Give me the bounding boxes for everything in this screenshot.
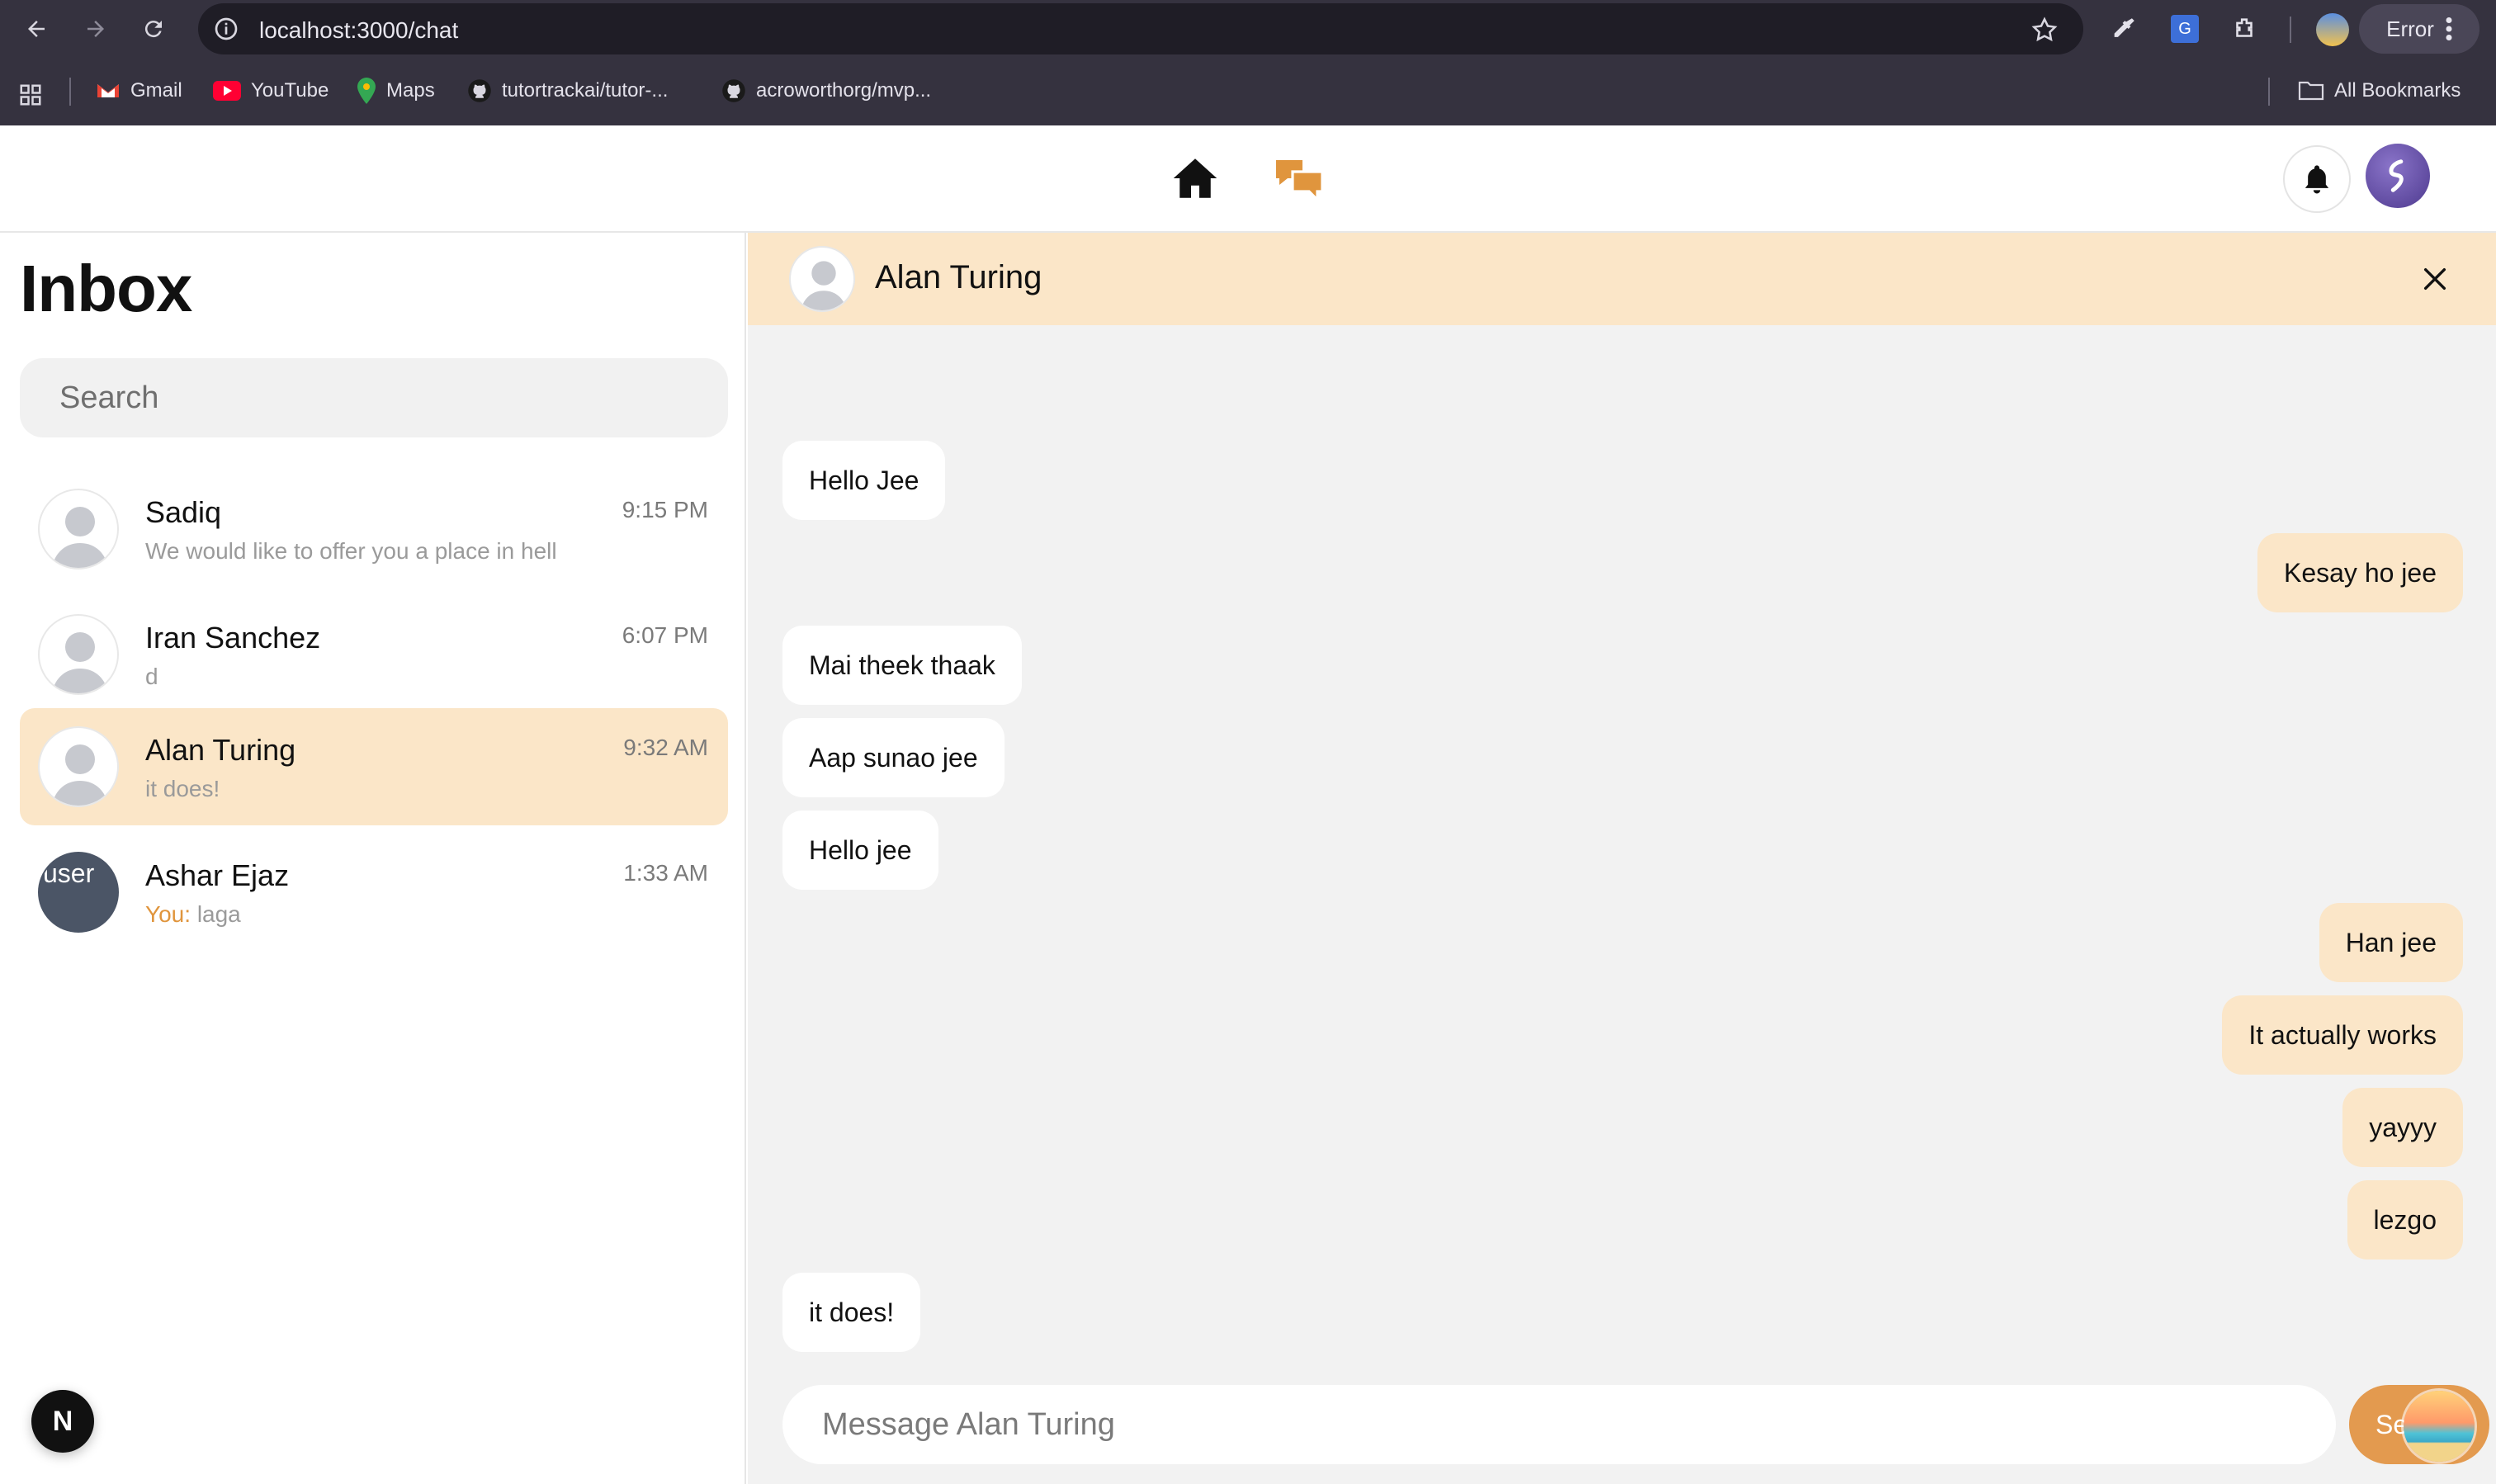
bookmark-label: YouTube: [251, 79, 329, 102]
bookmark-label: Gmail: [130, 79, 182, 102]
default-user-icon: [51, 632, 109, 693]
error-label: Error: [2386, 16, 2434, 41]
conversation-preview: d: [145, 664, 158, 689]
bookmarks-bar: Gmail YouTube Maps tutortrackai/tutor-..…: [0, 58, 2496, 125]
extensions-icon[interactable]: [2230, 15, 2258, 43]
message-input[interactable]: [782, 1385, 2336, 1464]
bookmark-label: Maps: [386, 79, 435, 102]
message-incoming: Hello jee: [782, 811, 938, 890]
chat-contact-name: Alan Turing: [875, 259, 1042, 295]
chat-header: Alan Turing: [748, 233, 2496, 325]
message-outgoing: Han jee: [2319, 903, 2463, 982]
chat-avatar: [789, 246, 855, 312]
site-info-icon[interactable]: [213, 16, 239, 42]
message-incoming: Hello Jee: [782, 441, 946, 520]
close-icon: [2423, 267, 2446, 291]
bookmark-youtube[interactable]: YouTube: [213, 76, 329, 106]
avatar-broken-image: user: [38, 852, 119, 933]
bookmark-star-icon[interactable]: [2030, 16, 2059, 44]
home-icon[interactable]: [1170, 154, 1220, 203]
swirl-logo-icon: [2389, 159, 2404, 192]
default-user-icon: [51, 744, 109, 806]
youtube-icon: [213, 81, 241, 101]
conversation-item[interactable]: Iran Sanchez 6:07 PM d: [20, 596, 728, 713]
maps-icon: [357, 78, 376, 104]
default-user-icon: [801, 261, 847, 310]
back-button[interactable]: [21, 14, 51, 44]
bookmarks-divider: [2268, 78, 2270, 106]
message-incoming: Mai theek thaak: [782, 626, 1022, 705]
bookmark-acroworth[interactable]: acroworthorg/mvp...: [721, 76, 931, 106]
url-text: localhost:3000/chat: [259, 17, 459, 43]
beach-floating-widget-icon[interactable]: [2404, 1391, 2475, 1462]
conversation-name: Ashar Ejaz: [145, 858, 290, 892]
github-icon: [722, 79, 745, 102]
forward-button[interactable]: [81, 14, 111, 44]
profile-error-button[interactable]: Error: [2359, 4, 2479, 54]
message-outgoing: Kesay ho jee: [2257, 533, 2463, 612]
conversation-time: 1:33 AM: [623, 860, 708, 886]
user-avatar-button[interactable]: [2366, 144, 2430, 208]
browser-toolbar: localhost:3000/chat G Error: [0, 0, 2496, 58]
bookmark-label: tutortrackai/tutor-...: [502, 79, 669, 102]
kebab-menu-icon: [2446, 17, 2452, 40]
reload-button[interactable]: [139, 14, 168, 44]
notifications-button[interactable]: [2283, 145, 2351, 213]
conversation-preview: We would like to offer you a place in he…: [145, 538, 557, 564]
search-input[interactable]: [20, 358, 728, 437]
conversation-time: 9:32 AM: [623, 735, 708, 760]
conversation-time: 9:15 PM: [622, 497, 708, 522]
bookmark-tutortrack[interactable]: tutortrackai/tutor-...: [467, 76, 668, 106]
conversation-preview-wrap: You: laga: [145, 901, 241, 928]
toolbar-divider: [2290, 17, 2291, 43]
bookmark-gmail[interactable]: Gmail: [96, 76, 182, 106]
all-bookmarks-button[interactable]: All Bookmarks: [2298, 76, 2461, 106]
message-outgoing: yayyy: [2342, 1088, 2463, 1167]
translate-icon[interactable]: G: [2171, 15, 2199, 43]
gmail-icon: [97, 84, 119, 97]
all-bookmarks-label: All Bookmarks: [2334, 79, 2461, 102]
avatar: [38, 614, 119, 695]
avatar: [38, 726, 119, 807]
eyedropper-icon[interactable]: [2110, 15, 2138, 43]
conversation-preview: it does!: [145, 776, 220, 801]
conversation-item[interactable]: user Ashar Ejaz 1:33 AM You: laga: [20, 834, 728, 951]
default-user-icon: [51, 507, 109, 568]
message-incoming: Aap sunao jee: [782, 718, 1005, 797]
bell-icon: [2305, 165, 2329, 194]
conversation-name: Iran Sanchez: [145, 621, 321, 655]
conversation-name: Sadiq: [145, 495, 222, 529]
message-outgoing: lezgo: [2347, 1180, 2463, 1260]
app-header: [0, 125, 2496, 233]
reload-icon: [144, 21, 162, 38]
avatar: [38, 489, 119, 569]
conversation-item-active[interactable]: Alan Turing 9:32 AM it does!: [20, 708, 728, 825]
message-incoming: it does!: [782, 1273, 921, 1352]
bookmarks-divider: [69, 78, 71, 106]
nextjs-dev-badge[interactable]: N: [31, 1390, 94, 1453]
chat-panel: Alan Turing Hello Jee Kesay ho jee Mai t…: [748, 233, 2496, 1484]
chat-bubbles-icon[interactable]: [1273, 155, 1326, 205]
inbox-sidebar: Inbox Sadiq 9:15 PM We would like to off…: [0, 233, 746, 1484]
conversation-preview: laga: [196, 901, 241, 927]
arrow-left-icon: [28, 21, 45, 37]
account-avatar[interactable]: [2316, 13, 2349, 46]
inbox-title: Inbox: [20, 252, 192, 325]
bookmark-label: acroworthorg/mvp...: [756, 79, 932, 102]
bookmark-maps[interactable]: Maps: [357, 76, 435, 106]
folder-icon: [2298, 81, 2324, 101]
you-prefix: You:: [145, 901, 191, 927]
github-icon: [468, 79, 491, 102]
avatar-alt-text: user: [43, 858, 95, 888]
close-chat-button[interactable]: [2413, 258, 2456, 300]
conversation-name: Alan Turing: [145, 733, 296, 767]
message-outgoing: It actually works: [2222, 995, 2463, 1075]
address-bar[interactable]: localhost:3000/chat: [198, 3, 2083, 54]
conversation-item[interactable]: Sadiq 9:15 PM We would like to offer you…: [20, 470, 728, 588]
conversation-time: 6:07 PM: [622, 622, 708, 648]
arrow-right-icon: [87, 21, 104, 37]
apps-grid-icon[interactable]: [18, 83, 43, 107]
